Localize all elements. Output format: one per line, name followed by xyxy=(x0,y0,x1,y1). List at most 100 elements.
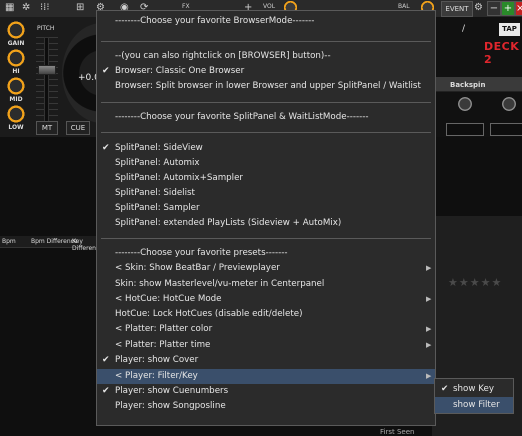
menu-item-label: Player: show Cuenumbers xyxy=(115,386,229,396)
pitch-slider-handle[interactable] xyxy=(38,65,56,75)
checkmark-icon: ✔ xyxy=(441,384,449,394)
menu-item[interactable]: --------Choose your favorite SplitPanel … xyxy=(97,110,435,125)
menu-item-label: SplitPanel: Automix+Sampler xyxy=(115,173,244,183)
menu-item-label: Browser: Classic One Browser xyxy=(115,66,245,76)
menu-item[interactable]: < Platter: Platter time ▶ xyxy=(97,338,435,353)
menu-item[interactable]: < HotCue: HotCue Mode ▶ xyxy=(97,292,435,307)
backspin-label: Backspin xyxy=(450,81,486,89)
first-seen-label: First Seen xyxy=(380,428,415,436)
column-bpm-difference[interactable]: Bpm Difference xyxy=(31,238,78,245)
mt-button[interactable]: MT xyxy=(36,121,58,135)
menu-item-label: HotCue: Lock HotCues (disable edit/delet… xyxy=(115,309,303,319)
hi-knob[interactable] xyxy=(7,49,25,67)
effect-knob-1[interactable] xyxy=(458,97,472,111)
eq-icon[interactable]: ⁝⁞⁝ xyxy=(40,2,50,14)
hi-control[interactable]: HI xyxy=(3,49,29,75)
effect-knob-2[interactable] xyxy=(502,97,516,111)
menu-item[interactable]: SplitPanel: Automix xyxy=(97,156,435,171)
checkmark-icon: ✔ xyxy=(102,143,110,153)
gain-control[interactable]: GAIN xyxy=(3,21,29,47)
hi-label: HI xyxy=(12,68,20,75)
submenu-arrow-icon: ▶ xyxy=(426,325,432,333)
menu-item[interactable]: SplitPanel: extended PlayLists (Sideview… xyxy=(97,216,435,231)
app-window: ▦ ✲ ⁝⁞⁝ ⊞ ⚙ ◉ ⟳ FX + VOL BAL EVENT ⚙ − +… xyxy=(0,0,522,436)
menu-item[interactable]: Browser: Split browser in lower Browser … xyxy=(97,79,435,94)
menu-item-label: Skin: show Masterlevel/vu-meter in Cente… xyxy=(115,279,325,289)
menu-item-label: SplitPanel: Sidelist xyxy=(115,188,195,198)
submenu-item-label: show Filter xyxy=(453,400,500,410)
effect-param-box-1[interactable] xyxy=(446,123,484,136)
menu-separator xyxy=(101,102,431,103)
column-bpm[interactable]: Bpm xyxy=(2,238,16,245)
menu-item-label: --(you can also rightclick on [BROWSER] … xyxy=(115,51,331,61)
menu-item-label: --------Choose your favorite BrowserMode… xyxy=(115,16,315,26)
menu-item[interactable]: --------Choose your favorite presets----… xyxy=(97,246,435,261)
menu-item-label: Player: show Cover xyxy=(115,355,199,365)
settings-icon[interactable]: ⚙ xyxy=(474,2,483,14)
rating-stars[interactable]: ★★★★★ xyxy=(448,276,502,289)
mid-label: MID xyxy=(9,96,23,103)
menu-item[interactable]: ✔ Player: show Cover xyxy=(97,353,435,368)
checkmark-icon: ✔ xyxy=(102,386,110,396)
menu-item[interactable]: ✔ SplitPanel: SideView xyxy=(97,141,435,156)
mixer-icon[interactable]: ▦ xyxy=(5,2,14,14)
menu-item[interactable]: SplitPanel: Sidelist xyxy=(97,186,435,201)
menu-item-label: Browser: Split browser in lower Browser … xyxy=(115,81,421,91)
menu-item-label: < Platter: Platter time xyxy=(115,340,211,350)
menu-item-label: SplitPanel: Sampler xyxy=(115,203,200,213)
menu-item-label: < Skin: Show BeatBar / Previewplayer xyxy=(115,263,280,273)
low-knob[interactable] xyxy=(7,105,25,123)
effect-param-box-2[interactable] xyxy=(490,123,522,136)
menu-item[interactable]: < Player: Filter/Key ▶ xyxy=(97,369,435,384)
submenu-arrow-icon: ▶ xyxy=(426,264,432,272)
gain-knob[interactable] xyxy=(7,21,25,39)
grid-icon[interactable]: ⊞ xyxy=(76,2,84,14)
menu-item-label: SplitPanel: SideView xyxy=(115,143,203,153)
menu-item-label: SplitPanel: Automix xyxy=(115,158,200,168)
slash-text: / xyxy=(462,24,466,34)
menu-item[interactable]: ✔ Player: show Cuenumbers xyxy=(97,384,435,399)
menu-separator xyxy=(101,41,431,42)
cue-button[interactable]: CUE xyxy=(66,121,90,135)
menu-item-label: < HotCue: HotCue Mode xyxy=(115,294,222,304)
menu-separator xyxy=(101,132,431,133)
minimize-button[interactable]: − xyxy=(487,1,501,16)
menu-item-label: < Player: Filter/Key xyxy=(115,371,198,381)
tap-button[interactable]: TAP xyxy=(499,23,520,36)
context-menu: --------Choose your favorite BrowserMode… xyxy=(96,10,436,426)
pitch-label: PITCH xyxy=(37,25,55,32)
menu-item[interactable]: SplitPanel: Sampler xyxy=(97,201,435,216)
mid-knob[interactable] xyxy=(7,77,25,95)
checkmark-icon: ✔ xyxy=(102,355,110,365)
pitch-slider-track[interactable] xyxy=(44,37,49,131)
submenu-arrow-icon: ▶ xyxy=(426,372,432,380)
low-label: LOW xyxy=(8,124,24,131)
menu-item[interactable]: Skin: show Masterlevel/vu-meter in Cente… xyxy=(97,277,435,292)
deck-label: DECK 2 xyxy=(484,40,520,66)
add-deck-button[interactable]: + xyxy=(501,1,515,16)
gain-label: GAIN xyxy=(7,40,25,47)
checkmark-icon: ✔ xyxy=(102,66,110,76)
filter-key-submenu: ✔ show Key show Filter xyxy=(434,378,514,414)
mid-control[interactable]: MID xyxy=(3,77,29,103)
menu-item[interactable]: < Skin: Show BeatBar / Previewplayer ▶ xyxy=(97,261,435,276)
menu-item[interactable]: --------Choose your favorite BrowserMode… xyxy=(97,14,435,29)
menu-item-label: SplitPanel: extended PlayLists (Sideview… xyxy=(115,218,342,228)
browser-column-header: Bpm Bpm Difference Key Difference xyxy=(0,236,103,252)
close-button[interactable]: × xyxy=(515,1,522,16)
menu-item[interactable]: HotCue: Lock HotCues (disable edit/delet… xyxy=(97,307,435,322)
low-control[interactable]: LOW xyxy=(3,105,29,131)
menu-item[interactable]: SplitPanel: Automix+Sampler xyxy=(97,171,435,186)
submenu-item-label: show Key xyxy=(453,384,494,394)
left-deck: GAIN HI MID LOW PITCH +0.0 xyxy=(0,17,142,137)
effects-icon[interactable]: ✲ xyxy=(22,2,30,14)
menu-item[interactable]: Player: show Songposline xyxy=(97,399,435,414)
menu-item[interactable]: < Platter: Platter color ▶ xyxy=(97,322,435,337)
event-button[interactable]: EVENT xyxy=(441,1,473,17)
submenu-item[interactable]: ✔ show Key xyxy=(435,381,513,397)
menu-item[interactable]: ✔ Browser: Classic One Browser xyxy=(97,64,435,79)
menu-item-label: Player: show Songposline xyxy=(115,401,226,411)
menu-item[interactable]: --(you can also rightclick on [BROWSER] … xyxy=(97,49,435,64)
menu-item-label: < Platter: Platter color xyxy=(115,324,213,334)
submenu-item[interactable]: show Filter xyxy=(435,397,513,413)
